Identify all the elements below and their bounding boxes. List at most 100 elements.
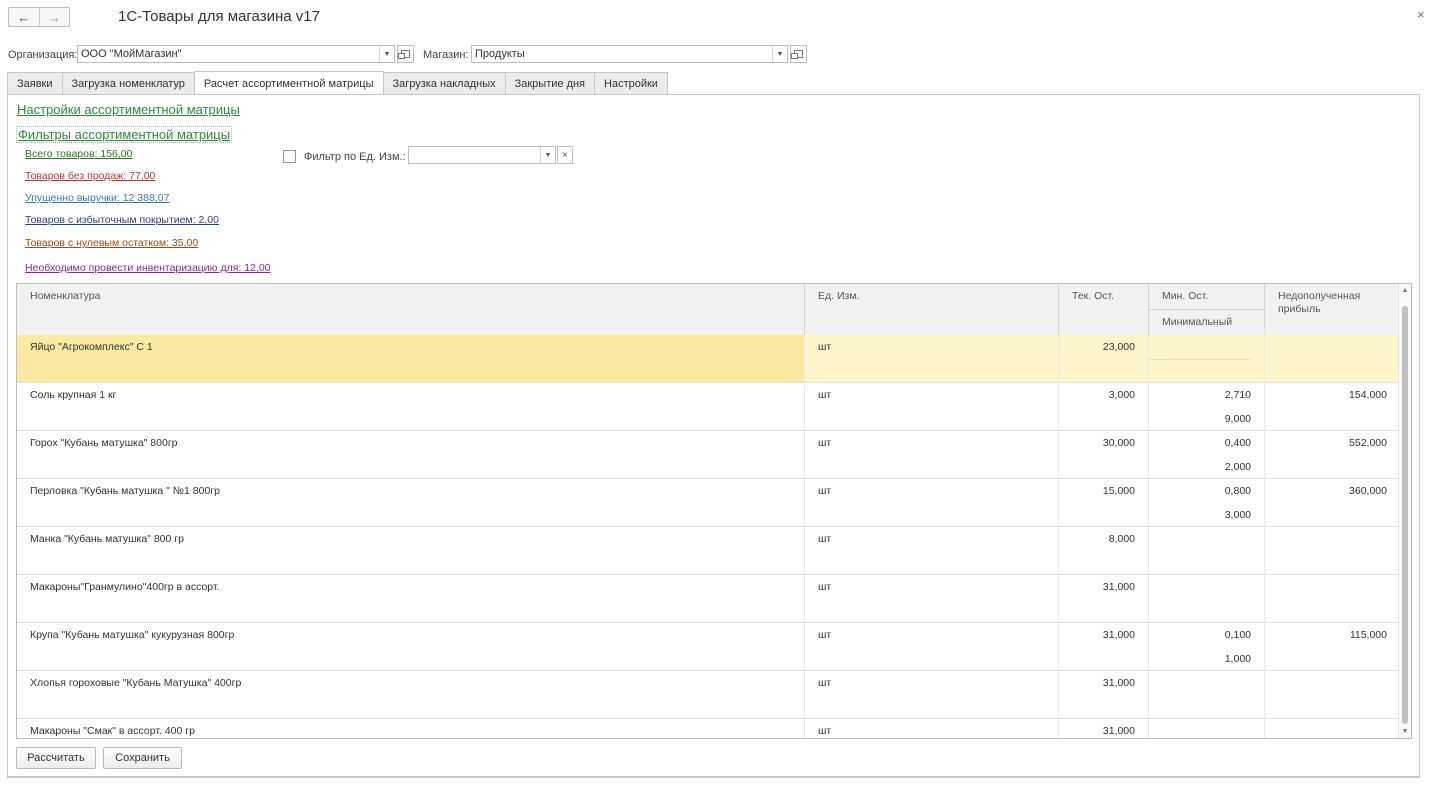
- scroll-up-icon[interactable]: ▲: [1399, 287, 1411, 294]
- cell-current-stock: 31,000: [1059, 575, 1149, 622]
- stat-excess-coverage[interactable]: Товаров с избыточным покрытием: 2,00: [25, 214, 219, 226]
- cell-unit: шт: [805, 623, 1059, 670]
- clear-icon: ×: [562, 149, 568, 161]
- col-header-unit[interactable]: Ед. Изм.: [805, 284, 1059, 335]
- cell-lost-profit: 552,000: [1349, 437, 1387, 449]
- cell-lost-profit: [1265, 575, 1400, 622]
- cell-name: Соль крупная 1 кг: [17, 383, 805, 430]
- cell-min-value: 0,100: [1224, 629, 1251, 641]
- org-field[interactable]: ООО "МойМагазин" ▼: [77, 45, 395, 63]
- cell-min-stock: [1149, 665, 1265, 712]
- forward-button[interactable]: →: [38, 8, 70, 26]
- tab-label: Настройки: [604, 77, 658, 90]
- cell-name: Горох "Кубань матушка" 800гр: [17, 431, 805, 478]
- stat-no-sales[interactable]: Товаров без продаж: 77,00: [25, 170, 155, 182]
- tab-label: Заявки: [17, 77, 53, 90]
- cell-lost-profit: 360,000: [1349, 485, 1387, 497]
- cell-current-stock: 31,000: [1059, 719, 1149, 738]
- table-row[interactable]: Манка "Кубань матушка" 800 гр шт 8,000: [17, 521, 1400, 575]
- tab-day-close[interactable]: Закрытие дня: [504, 72, 596, 94]
- shop-field[interactable]: Продукты ▼: [471, 45, 788, 63]
- tab-orders[interactable]: Заявки: [7, 72, 63, 94]
- table-row[interactable]: Крупа "Кубань матушка" кукурузная 800гр ш…: [17, 617, 1400, 671]
- chevron-down-icon[interactable]: ▼: [379, 46, 394, 62]
- tab-load-items[interactable]: Загрузка номенклатур: [61, 72, 195, 94]
- cell-unit: шт: [805, 527, 1059, 574]
- unit-filter-clear-button[interactable]: ×: [557, 146, 573, 164]
- matrix-settings-link[interactable]: Настройки ассортиментной матрицы: [17, 102, 240, 117]
- cell-min-value: [1149, 575, 1251, 599]
- cell-unit: шт: [805, 383, 1059, 430]
- cell-min-value: [1149, 527, 1251, 551]
- table-row[interactable]: Макароны "Смак" в ассорт. 400 гр шт 31,000: [17, 713, 1400, 738]
- stat-total-items[interactable]: Всего товаров: 156,00: [25, 148, 133, 160]
- cell-min-stock: 0,400 2,000: [1149, 425, 1265, 473]
- cell-lost-profit: 115,000: [1349, 629, 1387, 641]
- col-header-min[interactable]: Мин. Ост.: [1149, 284, 1265, 310]
- cell-min-value: 0,400: [1224, 437, 1251, 449]
- cell-min-value: [1149, 671, 1251, 695]
- divider: [7, 777, 1420, 778]
- cell-lost-profit: [1265, 335, 1400, 382]
- table-row[interactable]: Хлопья гороховые "Кубань Матушка" 400гр ш…: [17, 665, 1400, 719]
- col-header-current[interactable]: Тек. Ост.: [1059, 284, 1149, 335]
- cell-min-value: 0,800: [1224, 485, 1251, 497]
- cell-name: Манка "Кубань матушка" 800 гр: [17, 527, 805, 574]
- unit-filter-field[interactable]: ▼: [408, 146, 556, 164]
- calculate-button[interactable]: Рассчитать: [16, 747, 96, 769]
- col-header-name[interactable]: Номенклатура: [17, 284, 805, 335]
- cell-unit: шт: [805, 719, 1059, 738]
- shop-open-button[interactable]: [790, 45, 807, 63]
- assortment-table: Номенклатура Ед. Изм. Тек. Ост. Мин. Ост…: [16, 283, 1412, 739]
- table-row[interactable]: Соль крупная 1 кг шт 3,000 2,710 9,000 154,00…: [17, 377, 1400, 431]
- scroll-down-icon[interactable]: ▼: [1399, 728, 1411, 735]
- cell-min-stock: [1149, 521, 1265, 568]
- org-open-button[interactable]: [397, 45, 414, 63]
- cell-lost-profit: [1265, 527, 1400, 574]
- tab-label: Закрытие дня: [514, 77, 586, 90]
- unit-filter-label: Фильтр по Ед. Изм.:: [304, 151, 406, 163]
- cell-current-stock: 15,000: [1059, 479, 1149, 526]
- cell-min-stock: [1149, 569, 1265, 616]
- cell-lost-profit: 154,000: [1349, 389, 1387, 401]
- tab-label: Загрузка номенклатур: [71, 77, 185, 90]
- cell-name: Хлопья гороховые "Кубань Матушка" 400гр: [17, 671, 805, 718]
- col-header-lost-profit[interactable]: Недополученная прибыль: [1265, 284, 1400, 335]
- org-value: ООО "МойМагазин": [81, 48, 182, 60]
- stat-zero-stock[interactable]: Товаров с нулевым остатком: 35,00: [25, 237, 198, 249]
- tab-settings[interactable]: Настройки: [594, 72, 668, 94]
- table-row[interactable]: Перловка "Кубань матушка " №1 800гр шт 15,…: [17, 473, 1400, 527]
- save-button[interactable]: Сохранить: [103, 747, 182, 769]
- cell-unit: шт: [805, 431, 1059, 478]
- cell-current-stock: 8,000: [1059, 527, 1149, 574]
- cell-name: Крупа "Кубань матушка" кукурузная 800гр: [17, 623, 805, 670]
- matrix-filters-link[interactable]: Фильтры ассортиментной матрицы: [16, 126, 233, 143]
- stat-lost-revenue[interactable]: Упущенно выручки: 12 388,07: [25, 192, 169, 204]
- tab-label: Загрузка накладных: [392, 77, 496, 90]
- chevron-down-icon[interactable]: ▼: [540, 147, 555, 163]
- table-row[interactable]: Яйцо "Агрокомплекс" С 1 шт 23,000: [17, 329, 1400, 383]
- table-row[interactable]: Горох "Кубань матушка" 800гр шт 30,000 0,40…: [17, 425, 1400, 479]
- open-form-icon: [398, 50, 410, 59]
- back-button[interactable]: ←: [9, 8, 39, 26]
- vertical-scrollbar[interactable]: ▲ ▼: [1398, 284, 1411, 738]
- tab-assortment-matrix[interactable]: Расчет ассортиментной матрицы: [193, 71, 384, 95]
- arrow-left-icon: ←: [17, 9, 31, 25]
- stat-inventory-needed[interactable]: Необходимо провести инвентаризацию для: …: [25, 262, 271, 274]
- tab-label: Расчет ассортиментной матрицы: [203, 77, 374, 90]
- cell-min-value: 2,710: [1224, 389, 1251, 401]
- cell-name: Яйцо "Агрокомплекс" С 1: [17, 335, 805, 382]
- cell-current-stock: 31,000: [1059, 671, 1149, 718]
- unit-filter-checkbox[interactable]: [283, 150, 296, 163]
- scrollbar-thumb[interactable]: [1402, 306, 1408, 724]
- history-nav: ← →: [8, 7, 70, 27]
- cell-min-stock: 0,800 3,000: [1149, 473, 1265, 521]
- cell-min-stock: 0,100 1,000: [1149, 617, 1265, 665]
- cell-unit: шт: [805, 671, 1059, 718]
- tab-load-invoices[interactable]: Загрузка накладных: [382, 72, 506, 94]
- close-icon[interactable]: ×: [1417, 7, 1425, 22]
- table-row[interactable]: Макароны"Гранмулино"400гр в ассорт. шт 31,…: [17, 569, 1400, 623]
- shop-label: Магазин:: [423, 49, 469, 61]
- cell-unit: шт: [805, 335, 1059, 382]
- chevron-down-icon[interactable]: ▼: [772, 46, 787, 62]
